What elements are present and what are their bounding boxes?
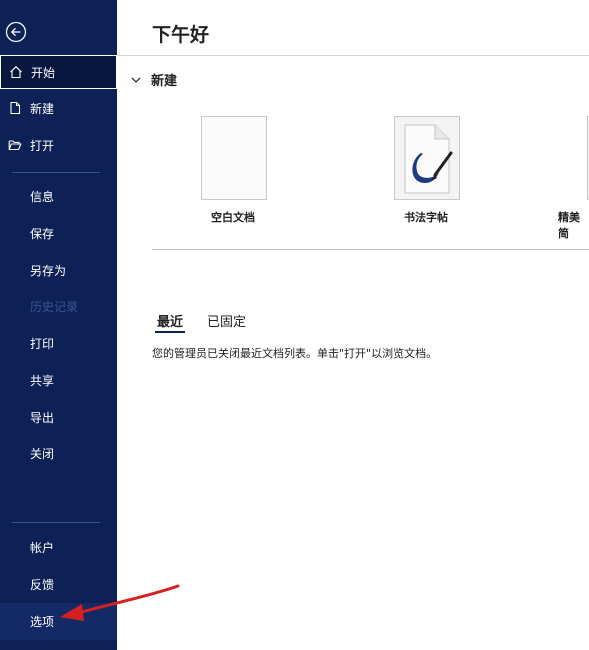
sidebar-item-export[interactable]: 导出 <box>0 400 117 434</box>
templates-divider <box>152 249 589 250</box>
sidebar-item-share[interactable]: 共享 <box>0 363 117 397</box>
recent-disabled-notice: 您的管理员已关闭最近文档列表。单击"打开"以浏览文档。 <box>152 347 438 360</box>
back-arrow-icon[interactable] <box>5 21 27 43</box>
open-folder-icon <box>8 140 22 151</box>
sidebar-item-label: 另存为 <box>30 263 67 278</box>
sidebar-item-options[interactable]: 选项 <box>0 603 117 640</box>
sidebar-item-info[interactable]: 信息 <box>0 179 117 213</box>
template-calligraphy[interactable] <box>394 116 460 200</box>
home-icon <box>10 66 22 79</box>
tab-recent[interactable]: 最近 <box>157 311 183 330</box>
sidebar-divider <box>12 522 100 523</box>
sidebar-divider <box>12 172 100 173</box>
sidebar-item-label: 新建 <box>30 101 55 116</box>
active-tab-indicator <box>155 331 185 333</box>
sidebar-item-label: 打开 <box>30 138 55 153</box>
sidebar-item-label: 关闭 <box>30 446 55 461</box>
sidebar-item-close[interactable]: 关闭 <box>0 436 117 470</box>
sidebar-item-label: 选项 <box>30 615 55 629</box>
title-divider <box>117 55 589 56</box>
new-section-header[interactable]: 新建 <box>131 70 177 89</box>
section-title: 新建 <box>151 74 178 89</box>
template-blank-document[interactable] <box>201 116 267 200</box>
page-title: 下午好 <box>152 24 210 46</box>
sidebar-item-label: 打印 <box>30 336 55 351</box>
sidebar-item-new[interactable]: 新建 <box>0 91 117 125</box>
backstage-main: 下午好 新建 空白文档 书法字帖 精美简 最近 已固定 您的管理员已关闭最近文档… <box>117 0 589 650</box>
sidebar-item-label: 开始 <box>31 65 56 80</box>
sidebar-item-save[interactable]: 保存 <box>0 216 117 250</box>
sidebar-item-history: 历史记录 <box>0 289 117 323</box>
sidebar-item-home[interactable]: 开始 <box>0 55 117 89</box>
sidebar-item-label: 历史记录 <box>30 299 79 314</box>
sidebar-item-label: 帐户 <box>30 540 55 555</box>
template-label: 精美简 <box>558 211 580 240</box>
sidebar-item-label: 信息 <box>30 189 55 204</box>
tab-pinned[interactable]: 已固定 <box>207 311 246 330</box>
sidebar-item-feedback[interactable]: 反馈 <box>0 567 117 601</box>
template-label: 空白文档 <box>211 211 255 224</box>
new-document-icon <box>10 101 21 115</box>
template-label: 书法字帖 <box>404 211 448 224</box>
calligraphy-brush-icon <box>404 124 453 194</box>
sidebar-item-save-as[interactable]: 另存为 <box>0 253 117 287</box>
sidebar-item-label: 反馈 <box>30 577 55 592</box>
chevron-down-icon <box>131 77 141 83</box>
sidebar-item-open[interactable]: 打开 <box>0 128 117 162</box>
sidebar-item-label: 共享 <box>30 373 55 388</box>
sidebar-item-label: 导出 <box>30 410 55 425</box>
sidebar-item-account[interactable]: 帐户 <box>0 530 117 564</box>
backstage-sidebar: 开始 新建 打开 信息 保存 另存为 历史记录 打印 共享 导出 关闭 帐户 反… <box>0 0 117 650</box>
sidebar-item-print[interactable]: 打印 <box>0 326 117 360</box>
sidebar-item-label: 保存 <box>30 226 55 241</box>
